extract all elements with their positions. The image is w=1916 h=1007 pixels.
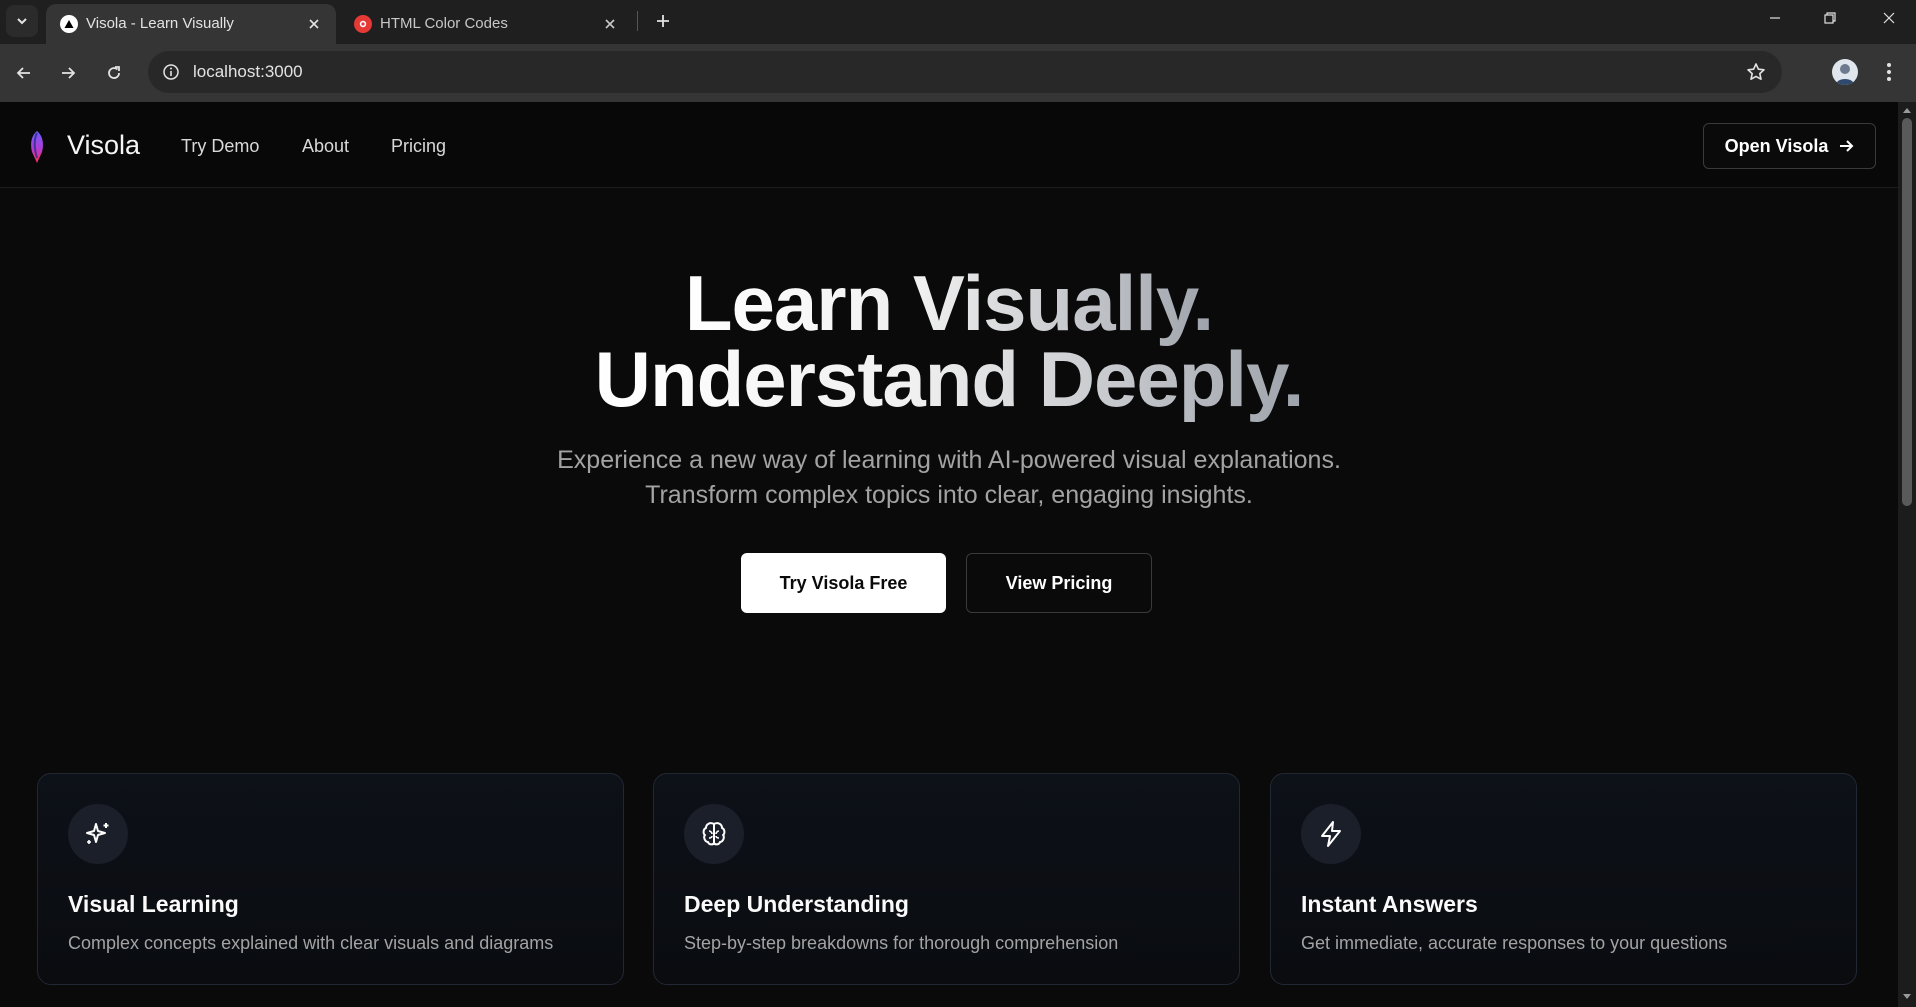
feature-card-visual-learning: Visual Learning Complex concepts explain… xyxy=(37,773,624,985)
person-icon xyxy=(1836,64,1854,85)
nav-about[interactable]: About xyxy=(302,136,349,157)
nav-pricing[interactable]: Pricing xyxy=(391,136,446,157)
feature-card-deep-understanding: Deep Understanding Step-by-step breakdow… xyxy=(653,773,1240,985)
tab-title: Visola - Learn Visually xyxy=(86,15,234,32)
feature-description: Get immediate, accurate responses to you… xyxy=(1301,933,1728,953)
new-tab-button[interactable] xyxy=(648,6,678,36)
feature-title: Deep Understanding xyxy=(684,891,909,917)
forward-button[interactable] xyxy=(52,57,84,89)
sparkles-icon xyxy=(68,804,128,864)
minimize-button[interactable] xyxy=(1748,0,1802,36)
tab-title: HTML Color Codes xyxy=(380,15,508,32)
minimize-icon xyxy=(1770,17,1780,19)
arrow-left-icon xyxy=(16,67,30,79)
reload-button[interactable] xyxy=(98,57,130,89)
site-header: Visola Try Demo About Pricing Open Visol… xyxy=(0,102,1898,188)
hero-subtitle-line1: Experience a new way of learning with AI… xyxy=(557,446,1341,474)
scroll-up-icon[interactable] xyxy=(1902,105,1912,115)
color-wheel-icon xyxy=(354,15,372,33)
open-visola-button[interactable]: Open Visola xyxy=(1703,123,1876,169)
feature-title: Instant Answers xyxy=(1301,891,1478,917)
browser-menu-button[interactable] xyxy=(1876,59,1902,85)
feature-card-instant-answers: Instant Answers Get immediate, accurate … xyxy=(1270,773,1857,985)
bookmark-star-icon[interactable] xyxy=(1744,60,1768,84)
restore-button[interactable] xyxy=(1803,0,1857,36)
tab-separator xyxy=(637,11,638,31)
plus-icon xyxy=(657,15,669,27)
page-viewport: Visola Try Demo About Pricing Open Visol… xyxy=(0,102,1898,1007)
vercel-triangle-icon xyxy=(60,15,78,33)
profile-avatar[interactable] xyxy=(1832,59,1858,85)
hero-subtitle-line2: Transform complex topics into clear, eng… xyxy=(645,481,1253,509)
tab-search-button[interactable] xyxy=(6,5,38,37)
tab-visola[interactable]: Visola - Learn Visually xyxy=(46,4,336,44)
feature-description: Complex concepts explained with clear vi… xyxy=(68,933,554,953)
tab-html-color-codes[interactable]: HTML Color Codes xyxy=(340,4,632,44)
scroll-down-icon[interactable] xyxy=(1902,992,1912,1002)
hero-title-line1: Learn Visually. xyxy=(684,259,1214,347)
address-bar[interactable]: localhost:3000 xyxy=(148,51,1782,93)
close-icon[interactable] xyxy=(304,14,324,34)
brain-icon xyxy=(684,804,744,864)
more-vertical-icon xyxy=(1887,63,1891,81)
close-icon xyxy=(1883,12,1895,24)
back-button[interactable] xyxy=(8,57,40,89)
page-scrollbar[interactable] xyxy=(1898,102,1916,1007)
address-url: localhost:3000 xyxy=(193,62,303,81)
site-info-icon[interactable] xyxy=(158,59,184,85)
close-window-button[interactable] xyxy=(1862,0,1916,36)
arrow-right-icon xyxy=(62,67,76,79)
browser-tab-strip: Visola - Learn Visually HTML Color Codes xyxy=(0,0,1916,44)
reload-icon xyxy=(108,66,120,79)
scrollbar-thumb[interactable] xyxy=(1902,118,1912,506)
open-visola-label: Open Visola xyxy=(1724,135,1829,156)
feature-title: Visual Learning xyxy=(68,891,239,917)
try-visola-free-button[interactable]: Try Visola Free xyxy=(741,553,946,613)
arrow-right-icon xyxy=(1840,140,1854,152)
chevron-down-icon xyxy=(17,18,27,25)
hero-title-line2: Understand Deeply. xyxy=(594,335,1305,423)
restore-icon xyxy=(1824,12,1836,24)
nav-try-demo[interactable]: Try Demo xyxy=(181,136,259,157)
visola-logo-icon xyxy=(31,131,43,163)
lightning-icon xyxy=(1301,804,1361,864)
browser-toolbar: localhost:3000 xyxy=(0,44,1916,102)
view-pricing-button[interactable]: View Pricing xyxy=(966,553,1152,613)
brand-name[interactable]: Visola xyxy=(67,130,140,161)
close-icon[interactable] xyxy=(600,14,620,34)
feature-description: Step-by-step breakdowns for thorough com… xyxy=(684,933,1119,953)
